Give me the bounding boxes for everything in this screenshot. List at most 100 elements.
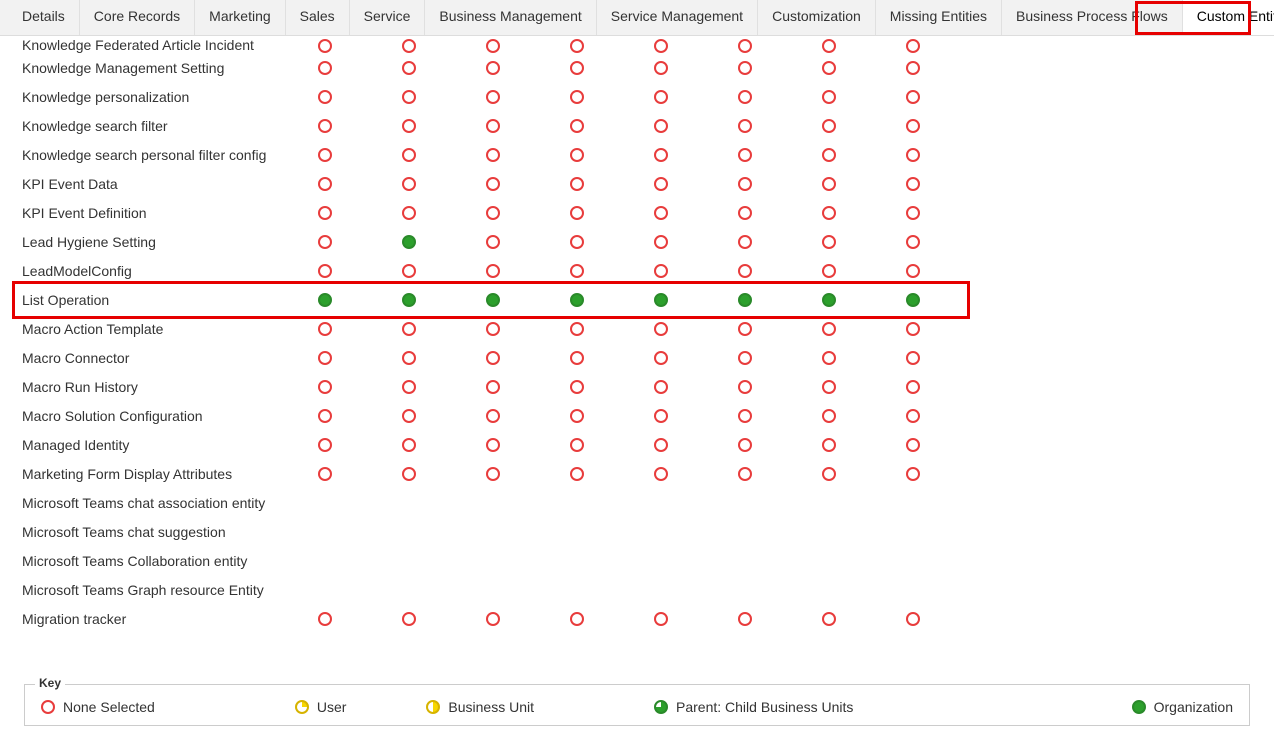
- permission-cell[interactable]: [310, 322, 394, 336]
- permission-cell[interactable]: [898, 380, 982, 394]
- permission-cell[interactable]: [394, 148, 478, 162]
- permission-cell[interactable]: [730, 235, 814, 249]
- permission-cell[interactable]: [394, 39, 478, 53]
- entity-name[interactable]: Knowledge personalization: [14, 89, 310, 105]
- permission-cell[interactable]: [898, 177, 982, 191]
- permission-cell[interactable]: [562, 380, 646, 394]
- permission-cell[interactable]: [478, 467, 562, 481]
- permission-cell[interactable]: [730, 61, 814, 75]
- permission-cell[interactable]: [562, 206, 646, 220]
- entity-name[interactable]: Microsoft Teams Graph resource Entity: [14, 582, 310, 598]
- permission-cell[interactable]: [814, 264, 898, 278]
- permission-cell[interactable]: [478, 148, 562, 162]
- permission-cell[interactable]: [730, 293, 814, 307]
- permission-cell[interactable]: [478, 206, 562, 220]
- permission-cell[interactable]: [898, 612, 982, 626]
- tab-service[interactable]: Service: [350, 0, 426, 35]
- permission-cell[interactable]: [394, 438, 478, 452]
- permission-cell[interactable]: [310, 409, 394, 423]
- permissions-grid-scroll[interactable]: Knowledge Federated Article Incident Know…: [0, 36, 1274, 632]
- permission-cell[interactable]: [310, 351, 394, 365]
- permission-cell[interactable]: [730, 467, 814, 481]
- tab-custom-entities[interactable]: Custom Entities: [1183, 0, 1274, 35]
- permission-cell[interactable]: [394, 322, 478, 336]
- permission-cell[interactable]: [898, 409, 982, 423]
- entity-name[interactable]: LeadModelConfig: [14, 263, 310, 279]
- entity-name[interactable]: Macro Connector: [14, 350, 310, 366]
- permission-cell[interactable]: [562, 351, 646, 365]
- permission-cell[interactable]: [478, 119, 562, 133]
- permission-cell[interactable]: [898, 61, 982, 75]
- entity-name[interactable]: Macro Action Template: [14, 321, 310, 337]
- permission-cell[interactable]: [478, 177, 562, 191]
- permission-cell[interactable]: [310, 90, 394, 104]
- permission-cell[interactable]: [478, 39, 562, 53]
- permission-cell[interactable]: [898, 322, 982, 336]
- permission-cell[interactable]: [730, 322, 814, 336]
- tab-core-records[interactable]: Core Records: [80, 0, 195, 35]
- permission-cell[interactable]: [730, 148, 814, 162]
- permission-cell[interactable]: [394, 293, 478, 307]
- permission-cell[interactable]: [814, 206, 898, 220]
- permission-cell[interactable]: [478, 235, 562, 249]
- permission-cell[interactable]: [394, 380, 478, 394]
- permission-cell[interactable]: [646, 177, 730, 191]
- permission-cell[interactable]: [730, 119, 814, 133]
- permission-cell[interactable]: [562, 322, 646, 336]
- permission-cell[interactable]: [646, 61, 730, 75]
- tab-details[interactable]: Details: [8, 0, 80, 35]
- permission-cell[interactable]: [898, 148, 982, 162]
- permission-cell[interactable]: [646, 264, 730, 278]
- entity-name[interactable]: Marketing Form Display Attributes: [14, 466, 310, 482]
- entity-name[interactable]: Macro Solution Configuration: [14, 408, 310, 424]
- permission-cell[interactable]: [646, 467, 730, 481]
- permission-cell[interactable]: [646, 235, 730, 249]
- permission-cell[interactable]: [730, 409, 814, 423]
- permission-cell[interactable]: [814, 351, 898, 365]
- permission-cell[interactable]: [562, 177, 646, 191]
- permission-cell[interactable]: [730, 177, 814, 191]
- permission-cell[interactable]: [814, 61, 898, 75]
- permission-cell[interactable]: [478, 438, 562, 452]
- permission-cell[interactable]: [310, 235, 394, 249]
- permission-cell[interactable]: [478, 322, 562, 336]
- permission-cell[interactable]: [646, 612, 730, 626]
- permission-cell[interactable]: [646, 90, 730, 104]
- permission-cell[interactable]: [562, 148, 646, 162]
- permission-cell[interactable]: [814, 90, 898, 104]
- permission-cell[interactable]: [394, 612, 478, 626]
- permission-cell[interactable]: [310, 467, 394, 481]
- permission-cell[interactable]: [646, 206, 730, 220]
- permission-cell[interactable]: [310, 293, 394, 307]
- permission-cell[interactable]: [478, 409, 562, 423]
- permission-cell[interactable]: [814, 467, 898, 481]
- tab-sales[interactable]: Sales: [286, 0, 350, 35]
- permission-cell[interactable]: [730, 438, 814, 452]
- entity-name[interactable]: Macro Run History: [14, 379, 310, 395]
- tab-customization[interactable]: Customization: [758, 0, 876, 35]
- permission-cell[interactable]: [562, 61, 646, 75]
- permission-cell[interactable]: [394, 206, 478, 220]
- permission-cell[interactable]: [310, 438, 394, 452]
- entity-name[interactable]: Knowledge search personal filter config: [14, 147, 310, 163]
- permission-cell[interactable]: [898, 119, 982, 133]
- entity-name[interactable]: Lead Hygiene Setting: [14, 234, 310, 250]
- permission-cell[interactable]: [310, 380, 394, 394]
- permission-cell[interactable]: [310, 177, 394, 191]
- entity-name[interactable]: Microsoft Teams Collaboration entity: [14, 553, 310, 569]
- permission-cell[interactable]: [394, 119, 478, 133]
- permission-cell[interactable]: [562, 235, 646, 249]
- entity-name[interactable]: Knowledge search filter: [14, 118, 310, 134]
- entity-name[interactable]: Microsoft Teams chat suggestion: [14, 524, 310, 540]
- permission-cell[interactable]: [310, 206, 394, 220]
- tab-business-management[interactable]: Business Management: [425, 0, 596, 35]
- permission-cell[interactable]: [394, 177, 478, 191]
- permission-cell[interactable]: [646, 438, 730, 452]
- permission-cell[interactable]: [478, 612, 562, 626]
- permission-cell[interactable]: [730, 90, 814, 104]
- permission-cell[interactable]: [898, 351, 982, 365]
- entity-name[interactable]: Knowledge Federated Article Incident: [14, 37, 310, 53]
- entity-name[interactable]: Managed Identity: [14, 437, 310, 453]
- permission-cell[interactable]: [646, 351, 730, 365]
- permission-cell[interactable]: [562, 264, 646, 278]
